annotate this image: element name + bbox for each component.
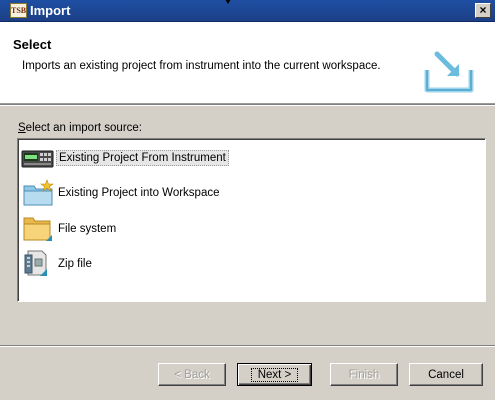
finish-button[interactable]: Finish — [330, 363, 398, 386]
close-button[interactable]: × — [475, 3, 491, 18]
title-bar[interactable]: TSB Import × — [0, 0, 495, 22]
list-item-label: Existing Project into Workspace — [58, 187, 220, 199]
next-button[interactable]: Next > — [237, 363, 312, 386]
list-item-file-system[interactable]: File system — [20, 214, 118, 244]
list-item-existing-project-from-instrument[interactable]: Existing Project From Instrument — [20, 143, 229, 173]
folder-icon — [20, 214, 56, 244]
project-folder-icon — [20, 178, 56, 208]
cancel-button[interactable]: Cancel — [409, 363, 483, 386]
import-dialog: TSB Import × Select Imports an existing … — [0, 0, 495, 400]
import-source-label: Select an import source: — [18, 122, 143, 134]
app-icon: TSB — [10, 3, 27, 18]
page-title: Select — [13, 37, 52, 52]
next-button-label: Next > — [250, 367, 299, 382]
list-item-label: Existing Project From Instrument — [56, 150, 229, 166]
wizard-header: Select Imports an existing project from … — [0, 22, 495, 104]
import-source-list[interactable]: Existing Project From Instrument Existin… — [17, 138, 486, 302]
window-title: Import — [30, 3, 71, 18]
list-item-label: File system — [58, 223, 117, 235]
cursor-arrow-icon — [225, 0, 231, 5]
instrument-icon — [20, 143, 56, 173]
page-description: Imports an existing project from instrum… — [22, 60, 381, 72]
zip-file-icon — [20, 249, 56, 279]
list-item-existing-project-into-workspace[interactable]: Existing Project into Workspace — [20, 178, 222, 208]
back-button[interactable]: < Back — [158, 363, 226, 386]
list-item-label: Zip file — [58, 258, 92, 270]
import-wizard-icon — [424, 51, 474, 93]
list-item-zip-file[interactable]: Zip file — [20, 249, 94, 279]
header-separator — [0, 104, 495, 106]
button-bar-separator — [0, 345, 495, 347]
